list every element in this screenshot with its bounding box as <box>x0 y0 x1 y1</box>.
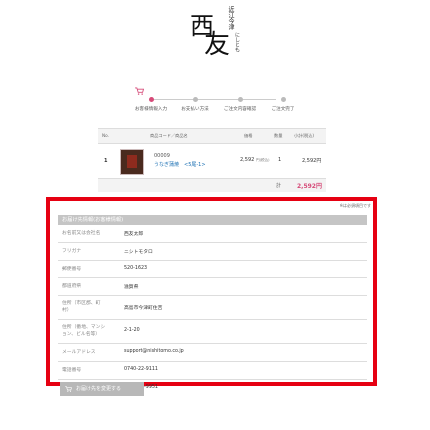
step-customer-info: お客様情報入力 <box>126 87 176 112</box>
shipping-info-highlight: ※は必須項目です お届け先情報(お客様情報) お名前又は会社名 西友太郎 フリガ… <box>46 197 377 391</box>
product-thumbnail[interactable] <box>120 149 144 175</box>
row-value: 520-1623 <box>124 266 148 271</box>
row-key: 住所（市区郡、町村） <box>62 301 101 313</box>
col-qty: 数量 <box>274 133 283 138</box>
step-dot <box>237 97 243 102</box>
table-row: 住所（番地、マンション、ビル名等） 2-1-20 <box>58 320 367 344</box>
table-row: メールアドレス support@nishitomo.co.jp <box>58 344 367 362</box>
col-price: 価格 <box>244 133 253 138</box>
row-key: お名前又は会社名 <box>62 231 101 236</box>
step-payment: お支払い方法 <box>170 88 220 112</box>
cart-header: No. 商品コード／商品名 価格 数量 小計(税込) <box>98 128 326 144</box>
total-value: 2,592円 <box>297 183 322 190</box>
step-label: お客様情報入力 <box>134 107 168 112</box>
required-note: ※は必須項目です <box>339 203 371 208</box>
row-key: 住所（番地、マンション、ビル名等） <box>62 325 106 337</box>
table-row: 郵便番号 520-1623 <box>58 261 367 278</box>
table-row: お名前又は会社名 西友太郎 <box>58 225 367 243</box>
step-dot <box>148 97 154 102</box>
logo-reading: にしとも <box>234 32 240 52</box>
change-address-label: お届け先を変更する <box>76 386 122 392</box>
row-value: support@nishitomo.co.jp <box>124 349 184 354</box>
product-name-link[interactable]: うなぎ蒲焼 <5尾-1> <box>154 161 206 168</box>
row-value: 高島市今津町住吉 <box>124 306 163 311</box>
tax-note: 円(税込) <box>256 158 270 162</box>
row-no: 1 <box>104 158 108 164</box>
shipping-title: お届け先情報(お客様情報) <box>58 215 367 225</box>
step-dot <box>192 97 198 102</box>
row-key: 都道府県 <box>62 284 82 289</box>
shipping-table: お名前又は会社名 西友太郎 フリガナ ニシトモタロ 郵便番号 520-1623 … <box>58 225 367 397</box>
table-row: 1 00009 うなぎ蒲焼 <5尾-1> 2,592 円(税込) 1 2,592… <box>98 144 326 179</box>
product-price: 2,592 <box>240 157 255 163</box>
total-label: 計 <box>276 183 282 189</box>
table-row: 電話番号 0740-22-9111 <box>58 362 367 380</box>
cart-icon <box>135 87 144 95</box>
checkout-steps: お客様情報入力 お支払い方法 ご注文内容確認 ご注文完了 <box>135 87 294 112</box>
col-product: 商品コード／商品名 <box>150 133 188 138</box>
logo-mark-bottom: 友 <box>204 30 231 60</box>
row-value: 滋賀県 <box>124 285 139 290</box>
change-address-button[interactable]: お届け先を変更する <box>60 382 144 396</box>
step-complete: ご注文完了 <box>258 88 308 112</box>
logo-place-text: 近江今津 <box>227 6 234 30</box>
row-value: 2-1-20 <box>124 328 140 333</box>
step-dot <box>280 97 286 102</box>
cart-table: No. 商品コード／商品名 価格 数量 小計(税込) 1 00009 うなぎ蒲焼… <box>98 128 326 192</box>
col-no: No. <box>102 133 109 138</box>
step-label: ご注文完了 <box>271 107 295 112</box>
col-subtotal: 小計(税込) <box>294 133 315 138</box>
cart-total-row: 計 2,592円 <box>98 179 326 192</box>
row-key: フリガナ <box>62 249 82 254</box>
row-key: 電話番号 <box>62 368 82 373</box>
cart-icon <box>65 386 72 392</box>
step-label: お支払い方法 <box>181 107 209 112</box>
table-row: 住所（市区郡、町村） 高島市今津町住吉 <box>58 296 367 320</box>
table-row: フリガナ ニシトモタロ <box>58 243 367 261</box>
table-row: 都道府県 滋賀県 <box>58 278 367 296</box>
product-subtotal: 2,592円 <box>302 158 322 164</box>
product-qty: 1 <box>278 157 282 163</box>
row-value: 西友太郎 <box>124 232 144 237</box>
row-value: 0740-22-9111 <box>124 367 158 372</box>
row-value: ニシトモタロ <box>124 250 153 255</box>
shop-logo: 近江今津 西 友 にしとも <box>190 6 246 64</box>
row-key: メールアドレス <box>62 350 96 355</box>
product-code: 00009 <box>154 153 170 159</box>
row-key: 郵便番号 <box>62 267 82 272</box>
